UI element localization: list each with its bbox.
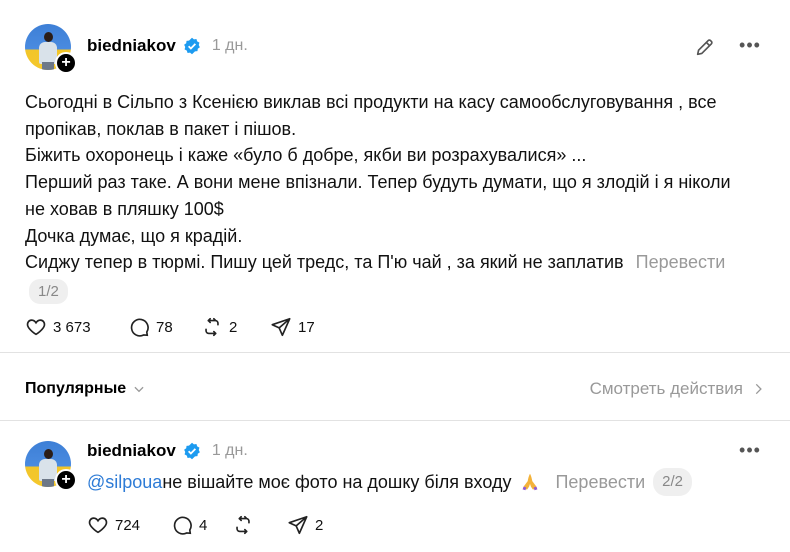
- repost-icon: [236, 515, 250, 535]
- translate-link[interactable]: Перевести: [636, 252, 726, 272]
- comment-count: 4: [199, 516, 208, 534]
- page-indicator: 1/2: [29, 278, 68, 304]
- share-icon: [288, 515, 308, 535]
- post-body: Сьогодні в Сільпо з Ксенією виклав всі п…: [25, 89, 785, 304]
- reply-actions: 724 4 2: [87, 514, 323, 536]
- comment-button[interactable]: 4: [171, 514, 232, 536]
- page-indicator: 2/2: [653, 468, 692, 496]
- post-line: Сиджу тепер в тюрмі. Пишу цей тредс, та …: [25, 252, 624, 273]
- view-activity-label: Смотреть действия: [589, 379, 743, 398]
- verified-icon: [183, 442, 200, 460]
- post-line: пропікав, поклав в пакет і пішов.: [25, 118, 297, 139]
- post-time: 1 дн.: [211, 37, 248, 54]
- comment-icon: [173, 516, 192, 535]
- post-actions: 3 673 78 2 17: [25, 316, 315, 338]
- reply-time: 1 дн.: [211, 442, 248, 459]
- username[interactable]: biedniakov: [87, 36, 176, 56]
- more-icon[interactable]: •••: [739, 439, 761, 461]
- comment-button[interactable]: 78: [128, 316, 201, 338]
- post-line: Біжить охоронець і каже «було б добре, я…: [25, 145, 587, 166]
- like-button[interactable]: 724: [87, 514, 171, 536]
- follow-plus-icon[interactable]: +: [55, 52, 77, 74]
- share-icon: [271, 317, 291, 337]
- heart-icon: [26, 319, 46, 336]
- sort-dropdown[interactable]: Популярные: [25, 380, 146, 398]
- pencil-icon[interactable]: [694, 36, 716, 58]
- share-button[interactable]: 2: [287, 514, 323, 536]
- share-count: 17: [298, 318, 315, 336]
- divider: [0, 420, 790, 421]
- heart-icon: [88, 517, 108, 534]
- sort-label: Популярные: [25, 380, 127, 397]
- post-line: Дочка думає, що я крадій.: [25, 225, 243, 246]
- mention-link[interactable]: @silpoua: [87, 472, 162, 493]
- repost-count: 2: [229, 318, 238, 336]
- reply-body: @silpoua не вішайте моє фото на дошку бі…: [87, 468, 692, 496]
- reply-text: не вішайте моє фото на дошку біля входу: [162, 471, 512, 492]
- post-header: biedniakov 1 дн.: [87, 36, 248, 56]
- divider: [0, 352, 790, 353]
- repost-button[interactable]: [232, 514, 287, 536]
- like-button[interactable]: 3 673: [25, 316, 128, 338]
- view-activity-link[interactable]: Смотреть действия: [590, 379, 765, 399]
- reply-header: biedniakov 1 дн.: [87, 441, 248, 461]
- verified-icon: [183, 37, 200, 55]
- chevron-down-icon: [134, 386, 144, 393]
- comment-icon: [130, 318, 149, 337]
- comment-count: 78: [156, 318, 173, 336]
- pray-icon: [523, 473, 538, 491]
- share-count: 2: [315, 516, 324, 534]
- username[interactable]: biedniakov: [87, 441, 176, 461]
- avatar[interactable]: +: [25, 24, 77, 74]
- more-icon[interactable]: •••: [739, 34, 761, 56]
- repost-button[interactable]: 2: [201, 316, 270, 338]
- translate-link[interactable]: Перевести: [555, 472, 645, 493]
- repost-icon: [205, 317, 219, 337]
- follow-plus-icon[interactable]: +: [55, 469, 77, 491]
- like-count: 724: [115, 516, 141, 534]
- avatar[interactable]: +: [25, 441, 77, 491]
- like-count: 3 673: [53, 318, 91, 336]
- post-line: не ховав в пляшку 100$: [25, 198, 224, 219]
- sort-row: Популярные Смотреть действия: [25, 378, 765, 400]
- post-line: Перший раз таке. А вони мене впізнали. Т…: [25, 172, 731, 193]
- post-line: Сьогодні в Сільпо з Ксенією виклав всі п…: [25, 92, 717, 112]
- chevron-right-icon: [755, 383, 762, 395]
- share-button[interactable]: 17: [270, 316, 315, 338]
